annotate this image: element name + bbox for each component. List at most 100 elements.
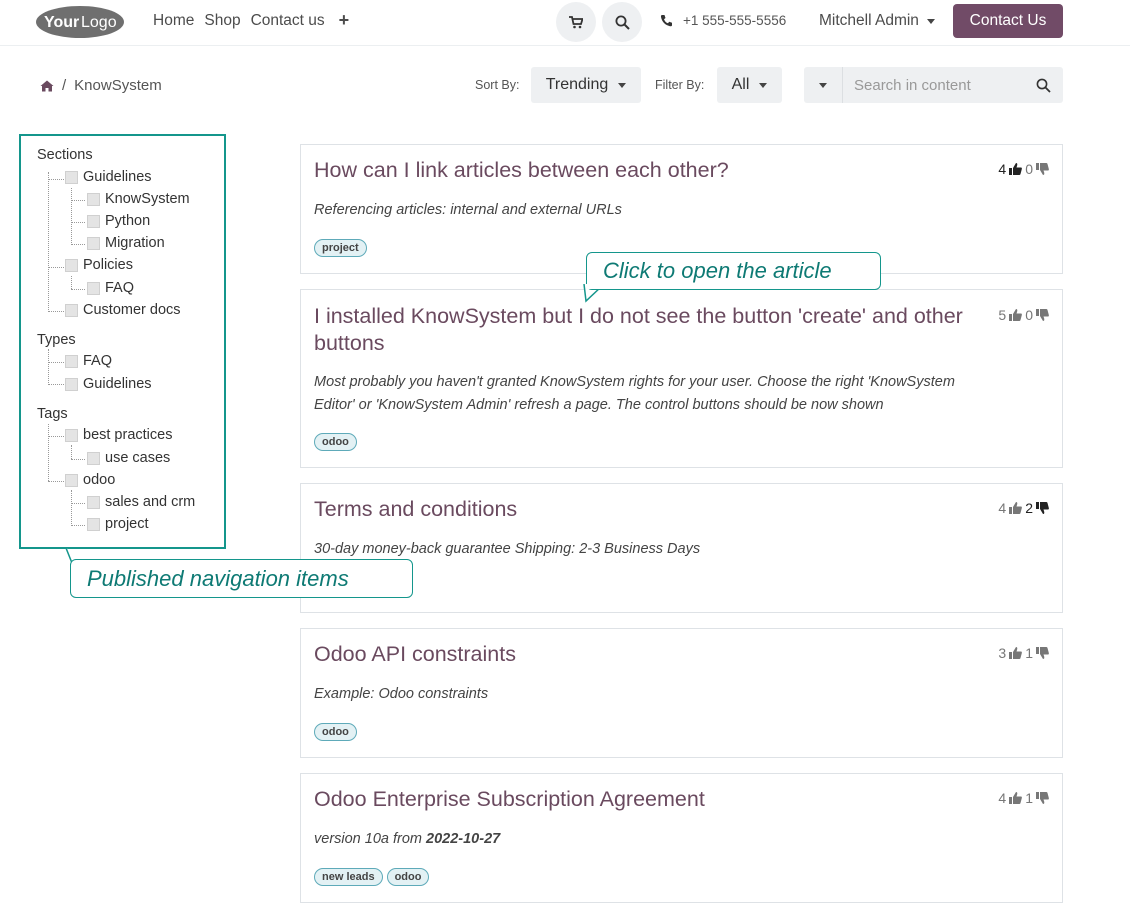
- tag-badge[interactable]: new leads: [314, 868, 383, 886]
- tree-item-label: Policies: [83, 257, 133, 273]
- phone-icon: [660, 15, 672, 27]
- checkbox-icon[interactable]: [65, 473, 78, 487]
- tree-item-faq[interactable]: FAQ: [87, 280, 134, 296]
- checkbox-icon[interactable]: [65, 303, 78, 317]
- sort-dropdown[interactable]: Trending: [531, 67, 641, 103]
- thumbs-up-icon[interactable]: [1009, 309, 1023, 321]
- article-card[interactable]: Terms and conditions 4 2 30-day money-ba…: [300, 483, 1063, 613]
- checkbox-icon[interactable]: [65, 377, 78, 391]
- thumbs-up-icon[interactable]: [1009, 163, 1023, 175]
- tree-item-odoo[interactable]: odoo: [65, 472, 115, 488]
- dislikes-count: 0: [1025, 307, 1033, 323]
- article-tags: odoo: [314, 433, 357, 451]
- article-description: version 10a from 2022-10-27: [314, 828, 500, 851]
- article-card[interactable]: Odoo Enterprise Subscription Agreement 4…: [300, 773, 1063, 903]
- description-date: 2022-10-27: [426, 831, 501, 847]
- article-title[interactable]: Odoo Enterprise Subscription Agreement: [314, 786, 705, 813]
- dislikes-count: 1: [1025, 645, 1033, 661]
- article-card[interactable]: Odoo API constraints 3 1 Example: Odoo c…: [300, 628, 1063, 758]
- tag-badge[interactable]: odoo: [314, 433, 357, 451]
- article-title-line: buttons: [314, 331, 385, 355]
- tree-item-customer-docs[interactable]: Customer docs: [65, 302, 181, 318]
- checkbox-icon[interactable]: [87, 517, 100, 531]
- home-icon[interactable]: [40, 80, 54, 92]
- article-tags: odoo: [314, 723, 357, 741]
- search-options-toggle[interactable]: [804, 67, 843, 103]
- search-submit-button[interactable]: [1023, 67, 1063, 103]
- tag-badge[interactable]: odoo: [314, 723, 357, 741]
- checkbox-icon[interactable]: [87, 214, 100, 228]
- nav-shop[interactable]: Shop: [204, 12, 240, 30]
- checkbox-icon[interactable]: [87, 192, 100, 206]
- article-card[interactable]: I installed KnowSystem but I do not see …: [300, 289, 1063, 468]
- tree-item-label: KnowSystem: [105, 191, 190, 207]
- likes-count: 3: [998, 645, 1007, 661]
- thumbs-down-icon[interactable]: [1036, 309, 1049, 321]
- checkbox-icon[interactable]: [87, 236, 100, 250]
- tag-badge[interactable]: odoo: [386, 868, 430, 886]
- user-menu[interactable]: Mitchell Admin: [819, 12, 935, 30]
- tree-item-label: use cases: [105, 450, 171, 466]
- checkbox-icon[interactable]: [65, 258, 78, 272]
- checkbox-icon[interactable]: [87, 451, 100, 465]
- tree-item-python[interactable]: Python: [87, 213, 150, 229]
- tree-item-project[interactable]: project: [87, 516, 149, 532]
- thumbs-down-icon[interactable]: [1036, 792, 1049, 804]
- article-votes: 4 0: [998, 161, 1049, 177]
- sort-value: Trending: [545, 76, 609, 93]
- search-icon: [615, 15, 630, 30]
- tree-item-type-guidelines[interactable]: Guidelines: [65, 376, 152, 392]
- thumbs-down-icon[interactable]: [1036, 163, 1049, 175]
- filter-dropdown[interactable]: All: [717, 67, 782, 103]
- checkbox-icon[interactable]: [65, 428, 78, 442]
- thumbs-down-icon[interactable]: [1036, 647, 1049, 659]
- article-title[interactable]: How can I link articles between each oth…: [314, 157, 729, 184]
- cart-button[interactable]: [556, 2, 596, 42]
- checkbox-icon[interactable]: [65, 170, 78, 184]
- search-input[interactable]: [844, 67, 1024, 103]
- tree-item-label: FAQ: [83, 353, 113, 369]
- nav-home[interactable]: Home: [153, 12, 194, 30]
- likes-count: 5: [998, 307, 1007, 323]
- tree-item-policies[interactable]: Policies: [65, 257, 133, 273]
- tree-heading-sections: Sections: [37, 147, 93, 163]
- phone-link[interactable]: +1 555-555-5556: [660, 13, 786, 28]
- thumbs-up-icon[interactable]: [1009, 647, 1023, 659]
- nav-add-plus-icon[interactable]: +: [339, 11, 350, 30]
- likes-count: 4: [998, 161, 1007, 177]
- article-title-line: I installed KnowSystem but I do not see …: [314, 304, 963, 328]
- article-votes: 5 0: [998, 307, 1049, 323]
- article-description: Referencing articles: internal and exter…: [314, 202, 622, 218]
- tree-item-use-cases[interactable]: use cases: [87, 450, 170, 466]
- contact-us-button[interactable]: Contact Us: [953, 4, 1063, 38]
- header-search-button[interactable]: [602, 2, 642, 42]
- tree-item-migration[interactable]: Migration: [87, 235, 165, 251]
- nav-contact-us[interactable]: Contact us: [251, 12, 325, 30]
- checkbox-icon[interactable]: [87, 495, 100, 509]
- thumbs-up-icon[interactable]: [1009, 792, 1023, 804]
- likes-count: 4: [998, 500, 1007, 516]
- tree-item-best-practices[interactable]: best practices: [65, 427, 172, 443]
- search-icon: [1036, 78, 1051, 93]
- tree-item-sales-and-crm[interactable]: sales and crm: [87, 494, 195, 510]
- user-name: Mitchell Admin: [819, 12, 919, 29]
- tree-item-type-faq[interactable]: FAQ: [65, 353, 112, 369]
- article-title[interactable]: Odoo API constraints: [314, 641, 516, 668]
- article-votes: 4 1: [998, 790, 1049, 806]
- filter-value: All: [731, 76, 750, 93]
- checkbox-icon[interactable]: [87, 281, 100, 295]
- thumbs-up-icon[interactable]: [1009, 502, 1023, 514]
- breadcrumb-separator: /: [62, 77, 67, 94]
- checkbox-icon[interactable]: [65, 354, 78, 368]
- tree-item-knowsystem[interactable]: KnowSystem: [87, 191, 190, 207]
- article-tags: project: [314, 239, 367, 257]
- article-title[interactable]: Terms and conditions: [314, 496, 517, 523]
- content-search: [804, 67, 1063, 103]
- tag-badge[interactable]: project: [314, 239, 367, 257]
- article-title[interactable]: I installed KnowSystem but I do not see …: [314, 303, 963, 357]
- company-logo[interactable]: Your Logo: [35, 4, 125, 39]
- thumbs-down-icon[interactable]: [1036, 502, 1049, 514]
- article-votes: 4 2: [998, 500, 1049, 516]
- main-nav: Home Shop Contact us +: [153, 11, 350, 30]
- tree-item-guidelines[interactable]: Guidelines: [65, 169, 152, 185]
